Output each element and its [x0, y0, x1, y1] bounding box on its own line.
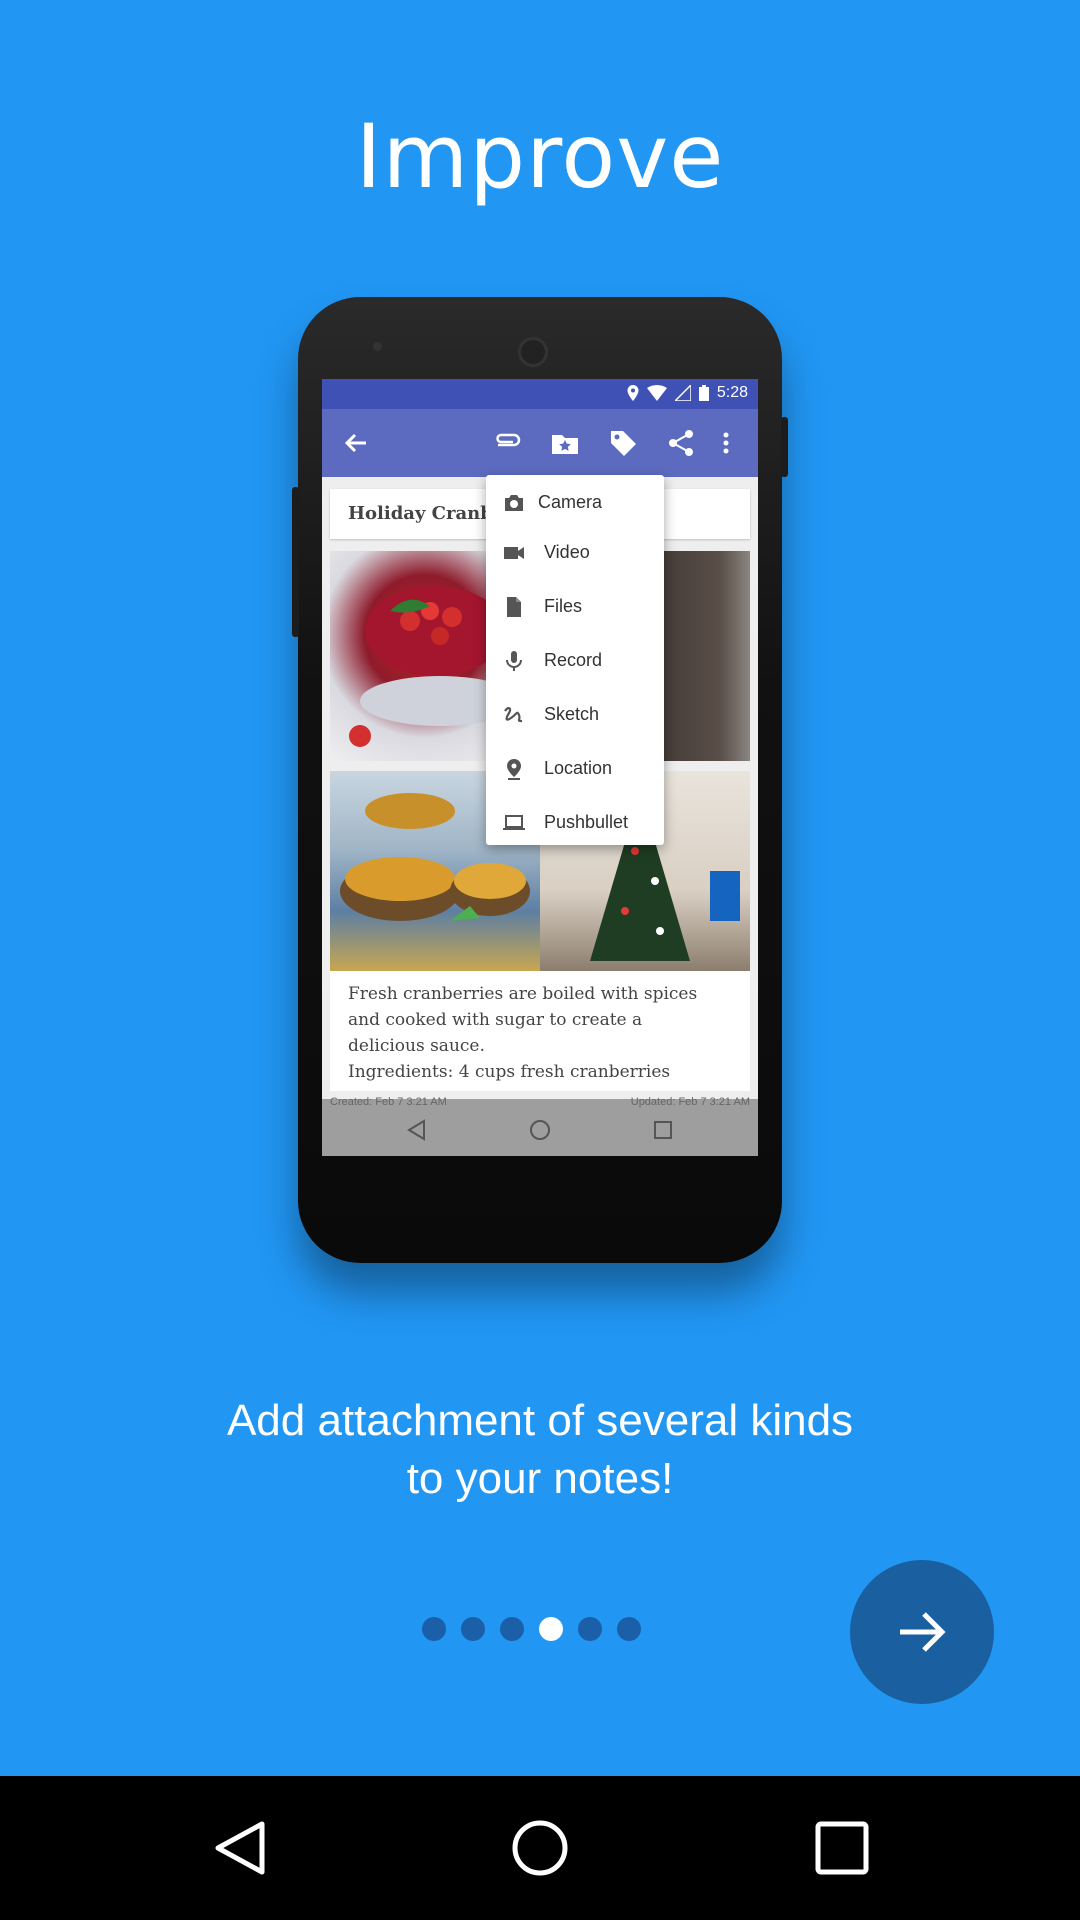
note-text-line: delicious sauce. — [348, 1036, 485, 1056]
page-dot[interactable] — [461, 1617, 485, 1641]
feature-description-line: to your notes! — [406, 1454, 674, 1503]
menu-item-pushbullet[interactable]: Pushbullet — [486, 797, 664, 849]
menu-item-record[interactable]: Record — [486, 635, 664, 687]
menu-item-sketch[interactable]: Sketch — [486, 689, 664, 741]
phone-power-button — [781, 417, 788, 477]
note-toolbar — [322, 409, 758, 477]
location-pin-icon — [507, 759, 521, 780]
share-icon[interactable] — [665, 427, 697, 459]
menu-item-label: Location — [544, 758, 613, 778]
phone-volume-button — [292, 487, 299, 637]
page-indicator — [420, 1617, 660, 1643]
overflow-menu-icon[interactable] — [710, 427, 742, 459]
phone-screen: 5:28 Holiday Cranbe Fresh cranberries ar… — [322, 379, 758, 1156]
recents-icon[interactable] — [812, 1818, 872, 1878]
menu-item-location[interactable]: Location — [486, 743, 664, 795]
back-icon[interactable] — [210, 1818, 270, 1878]
home-icon[interactable] — [510, 1818, 570, 1878]
note-title: Holiday Cranbe — [348, 503, 505, 524]
menu-item-video[interactable]: Video — [486, 527, 664, 579]
note-text-line: Ingredients: 4 cups fresh cranberries — [348, 1062, 671, 1082]
menu-item-files[interactable]: Files — [486, 581, 664, 633]
menu-item-label: Video — [544, 542, 590, 562]
page-dot[interactable] — [422, 1617, 446, 1641]
note-created: Created: Feb 7 3:21 AM — [330, 1096, 447, 1108]
battery-status-icon — [698, 385, 709, 401]
note-text-line: Fresh cranberries are boiled with spices — [348, 984, 698, 1004]
phone-home-icon — [530, 1120, 550, 1140]
laptop-icon — [503, 815, 525, 830]
phone-sensor — [373, 342, 382, 351]
menu-item-label: Camera — [538, 492, 603, 512]
menu-item-label: Sketch — [544, 704, 600, 724]
attach-menu: Camera Video Files Record Sketch Locatio… — [486, 475, 664, 845]
phone-camera — [518, 337, 548, 367]
back-arrow-icon[interactable] — [340, 427, 372, 459]
video-icon — [504, 547, 524, 559]
wifi-status-icon — [646, 385, 667, 401]
phone-back-icon — [407, 1119, 425, 1141]
tag-icon[interactable] — [607, 427, 639, 459]
page-title: Improve — [355, 105, 725, 208]
system-navigation-bar — [0, 1776, 1080, 1920]
paperclip-icon[interactable] — [492, 427, 524, 459]
signal-status-icon — [674, 385, 691, 401]
microphone-icon — [506, 651, 522, 671]
note-text-line: and cooked with sugar to create a — [348, 1010, 643, 1030]
page-dot-active[interactable] — [539, 1617, 563, 1641]
location-status-icon — [627, 385, 639, 401]
phone-status-bar: 5:28 — [322, 379, 758, 409]
page-dot[interactable] — [617, 1617, 641, 1641]
next-button[interactable] — [850, 1560, 994, 1704]
file-icon — [507, 597, 521, 617]
page-dot[interactable] — [500, 1617, 524, 1641]
note-meta: Created: Feb 7 3:21 AM Updated: Feb 7 3:… — [322, 1092, 758, 1114]
menu-item-label: Files — [544, 596, 583, 616]
note-updated: Updated: Feb 7 3:21 AM — [630, 1096, 750, 1108]
camera-icon — [505, 495, 523, 511]
menu-item-camera[interactable]: Camera — [486, 477, 664, 529]
menu-item-label: Pushbullet — [544, 812, 629, 832]
note-description: Fresh cranberries are boiled with spices… — [330, 971, 750, 1091]
feature-description: Add attachment of several kinds to your … — [0, 1392, 1080, 1508]
feature-description-line: Add attachment of several kinds — [226, 1396, 854, 1445]
phone-recents-icon — [654, 1121, 672, 1139]
folder-star-icon[interactable] — [549, 427, 581, 459]
menu-item-label: Record — [544, 650, 603, 670]
sketch-icon — [504, 707, 523, 723]
arrow-right-icon — [900, 1612, 946, 1652]
page-dot[interactable] — [578, 1617, 602, 1641]
status-time: 5:28 — [716, 384, 748, 401]
